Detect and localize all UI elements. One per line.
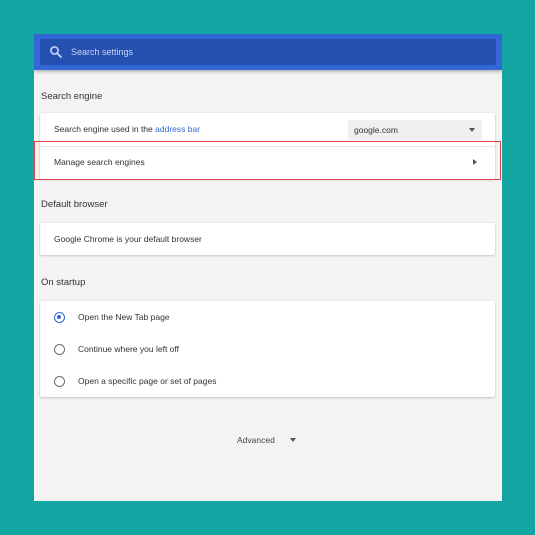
default-browser-status: Google Chrome is your default browser — [54, 234, 202, 244]
search-placeholder: Search settings — [71, 47, 134, 57]
caret-down-icon — [290, 438, 296, 442]
address-bar-link[interactable]: address bar — [155, 124, 200, 134]
search-engine-select[interactable]: google.com — [348, 120, 482, 140]
search-icon — [50, 46, 62, 58]
default-browser-card: Google Chrome is your default browser — [40, 223, 495, 255]
search-input[interactable]: Search settings — [40, 39, 496, 65]
search-engine-value: google.com — [354, 125, 398, 135]
startup-option-specific-pages[interactable]: Open a specific page or set of pages — [40, 365, 495, 397]
section-title-default-browser: Default browser — [41, 199, 108, 210]
radio-button[interactable] — [54, 376, 65, 387]
radio-button[interactable] — [54, 344, 65, 355]
settings-header: Search settings — [34, 34, 502, 70]
startup-option-new-tab[interactable]: Open the New Tab page — [40, 301, 495, 333]
chevron-down-icon — [469, 128, 475, 132]
highlight-box — [34, 141, 501, 180]
radio-button-checked[interactable] — [54, 312, 65, 323]
section-title-search-engine: Search engine — [41, 91, 103, 102]
on-startup-card: Open the New Tab page Continue where you… — [40, 301, 495, 397]
startup-option-label: Continue where you left off — [78, 344, 179, 354]
default-browser-row: Google Chrome is your default browser — [40, 223, 495, 255]
startup-option-label: Open the New Tab page — [78, 312, 170, 322]
startup-option-label: Open a specific page or set of pages — [78, 376, 217, 386]
startup-option-continue[interactable]: Continue where you left off — [40, 333, 495, 365]
advanced-label: Advanced — [237, 435, 275, 445]
section-title-on-startup: On startup — [41, 277, 86, 288]
settings-window: Search settings Search engine Search eng… — [34, 34, 502, 501]
